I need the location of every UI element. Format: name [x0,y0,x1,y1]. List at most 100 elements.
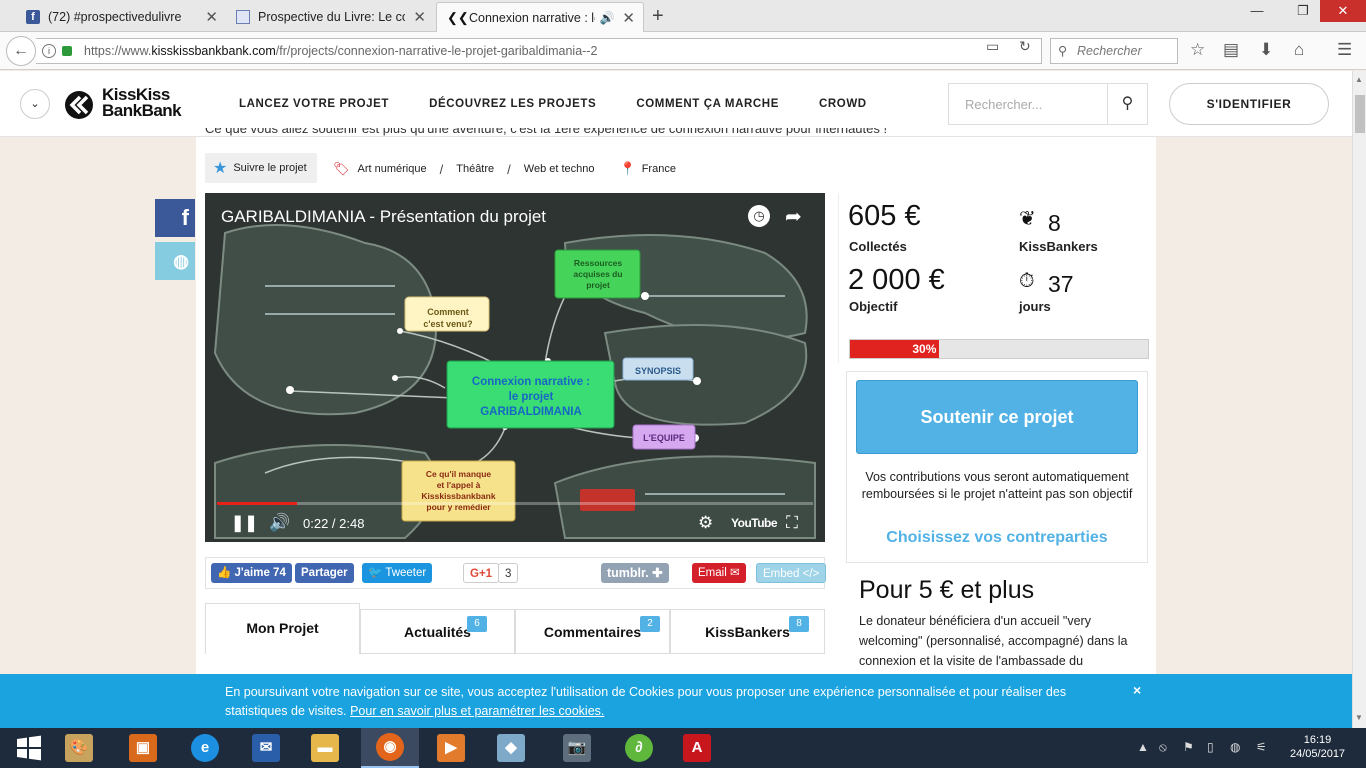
tab-kissbankers[interactable]: KissBankers 8 [670,609,825,654]
download-icon[interactable]: ⬇ [1259,40,1273,60]
nav-discover-projects[interactable]: DÉCOUVREZ LES PROJETS [429,98,596,110]
browser-tab-facebook[interactable]: f (72) #prospectivedulivre ✕ [16,2,226,32]
facebook-share-button[interactable]: Partager [295,563,354,583]
page-scrollbar[interactable]: ▲ ▼ [1352,71,1366,728]
search-icon: ⚲ [1058,44,1068,58]
fullscreen-icon[interactable]: ⛶ [786,513,798,533]
tumblr-button[interactable]: tumblr. ✚ [601,563,669,583]
home-icon[interactable]: ⌂ [1294,40,1304,60]
pause-icon[interactable]: ❚❚ [231,513,258,533]
firefox-icon: ◉ [376,733,404,761]
browser-tab-prospective[interactable]: Prospective du Livre: Le con ✕ [226,2,434,32]
site-search[interactable]: Rechercher... ⚲ [948,83,1148,125]
url-domain: kisskissbankbank.com [151,44,276,58]
office-icon: ▣ [129,734,157,762]
tray-network-icon[interactable]: ⚟ [1256,740,1267,754]
share-arrow-icon[interactable]: ➦ [785,204,802,229]
site-logo[interactable]: KissKiss BankBank [64,85,204,125]
acrobat-icon: A [683,734,711,762]
taskbar-office[interactable]: ▣ [114,728,172,768]
browser-search-input[interactable]: ⚲ Rechercher [1050,38,1178,64]
tag-art-numerique[interactable]: Art numérique [358,163,427,175]
taskbar-ie[interactable]: e [176,728,234,768]
video-player[interactable]: Comment c'est venu? Ressources acquises du… [205,193,825,542]
window-close-button[interactable]: ✕ [1320,0,1366,22]
taskbar-explorer[interactable]: ▬ [296,728,354,768]
close-icon[interactable]: ✕ [413,8,426,26]
taskbar-camera[interactable]: 📷 [548,728,606,768]
scroll-down-icon[interactable]: ▼ [1355,713,1363,722]
bookmark-star-icon[interactable]: ☆ [1190,40,1205,60]
goal-label: Objectif [849,299,898,314]
minimize-button[interactable]: — [1234,0,1280,22]
follow-project-button[interactable]: ★ Suivre le projet [205,153,317,183]
taskbar-app[interactable]: ◆ [482,728,540,768]
facebook-icon: f [26,10,40,24]
tab-actualites[interactable]: Actualités 6 [360,609,515,654]
nav-launch-project[interactable]: LANCEZ VOTRE PROJET [239,98,389,110]
library-icon[interactable]: ▤ [1223,40,1239,60]
tag-icon: 🏷 [333,161,350,176]
tag-web-techno[interactable]: Web et techno [524,163,595,175]
web-share-side-button[interactable]: ◍ [155,242,195,280]
address-bar[interactable]: i https://www. kisskissbankbank.com/fr/pr… [36,38,1042,64]
menu-icon[interactable]: ☰ [1337,40,1352,60]
embed-button[interactable]: Embed </> [756,563,827,583]
cookie-settings-link[interactable]: Pour en savoir plus et paramétrer les co… [350,704,604,718]
youtube-logo[interactable]: YouTube [731,516,778,530]
location-pin-icon: 📍 [619,161,636,176]
close-icon[interactable]: ✕ [622,9,635,27]
login-button[interactable]: S'IDENTIFIER [1169,83,1329,125]
taskbar-paint[interactable]: 🎨 [50,728,108,768]
facebook-share-side-button[interactable]: f [155,199,195,237]
search-icon[interactable]: ⚲ [1107,84,1147,124]
nav-crowd[interactable]: CROWD [819,98,867,110]
chevron-down-icon[interactable]: ⌄ [20,89,50,119]
taskbar-media[interactable]: ▶ [422,728,480,768]
main-nav: LANCEZ VOTRE PROJET DÉCOUVREZ LES PROJET… [239,98,907,110]
taskbar-clock[interactable]: 16:19 24/05/2017 [1290,733,1345,761]
taskbar-mail[interactable]: ✉ [237,728,295,768]
info-icon[interactable]: i [42,44,56,58]
tray-battery-icon[interactable]: ▯ [1207,740,1214,754]
watch-later-icon[interactable]: ◷ [748,205,770,227]
choose-rewards-link[interactable]: Choisissez vos contreparties [857,529,1137,547]
reload-icon[interactable]: ↻ [1019,38,1031,55]
reader-view-icon[interactable]: ▭ [986,38,999,55]
facebook-like-button[interactable]: 👍 J'aime 74 [211,563,292,583]
google-plus-button[interactable]: G+1 [463,563,500,583]
envelope-icon: ✉ [729,567,740,579]
settings-gear-icon[interactable]: ⚙ [698,513,713,533]
scroll-up-icon[interactable]: ▲ [1355,75,1363,84]
volume-icon[interactable]: 🔊 [269,513,290,533]
tab-mon-projet[interactable]: Mon Projet [205,603,360,654]
tray-chevron-icon[interactable]: ▲ [1137,740,1149,754]
node-ressources: Ressources acquises du projet [573,258,623,290]
scrollbar-thumb[interactable] [1355,95,1365,133]
taskbar-firefox[interactable]: ◉ [361,728,419,768]
nav-how-it-works[interactable]: COMMENT ÇA MARCHE [636,98,779,110]
support-project-button[interactable]: Soutenir ce projet [856,380,1138,454]
project-location[interactable]: France [642,163,676,175]
close-icon[interactable]: × [1133,681,1141,700]
browser-tab-connexion[interactable]: ❮❮ Connexion narrative : le 🔊 ✕ [436,2,644,32]
tweet-button[interactable]: 🐦 Tweeter [362,563,433,583]
tray-security-icon[interactable]: ⦸ [1159,740,1167,755]
back-button[interactable]: ← [6,36,36,66]
video-progress-bar[interactable] [217,502,813,505]
taskbar-green-app[interactable]: ∂ [610,728,668,768]
video-title[interactable]: GARIBALDIMANIA - Présentation du projet [221,207,546,227]
page-icon [236,10,250,24]
new-tab-button[interactable]: + [652,5,664,28]
taskbar-acrobat[interactable]: A [668,728,726,768]
email-share-button[interactable]: Email ✉ [692,563,746,583]
close-icon[interactable]: ✕ [205,8,218,26]
tab-commentaires[interactable]: Commentaires 2 [515,609,670,654]
speaker-icon[interactable]: 🔊 [599,11,614,25]
globe-icon: ◍ [173,251,189,271]
tag-theatre[interactable]: Théâtre [456,163,494,175]
folder-icon: ▬ [311,734,339,762]
app-icon: ◆ [497,734,525,762]
tray-app-icon[interactable]: ◍ [1230,740,1240,754]
tray-flag-icon[interactable]: ⚑ [1183,740,1194,754]
